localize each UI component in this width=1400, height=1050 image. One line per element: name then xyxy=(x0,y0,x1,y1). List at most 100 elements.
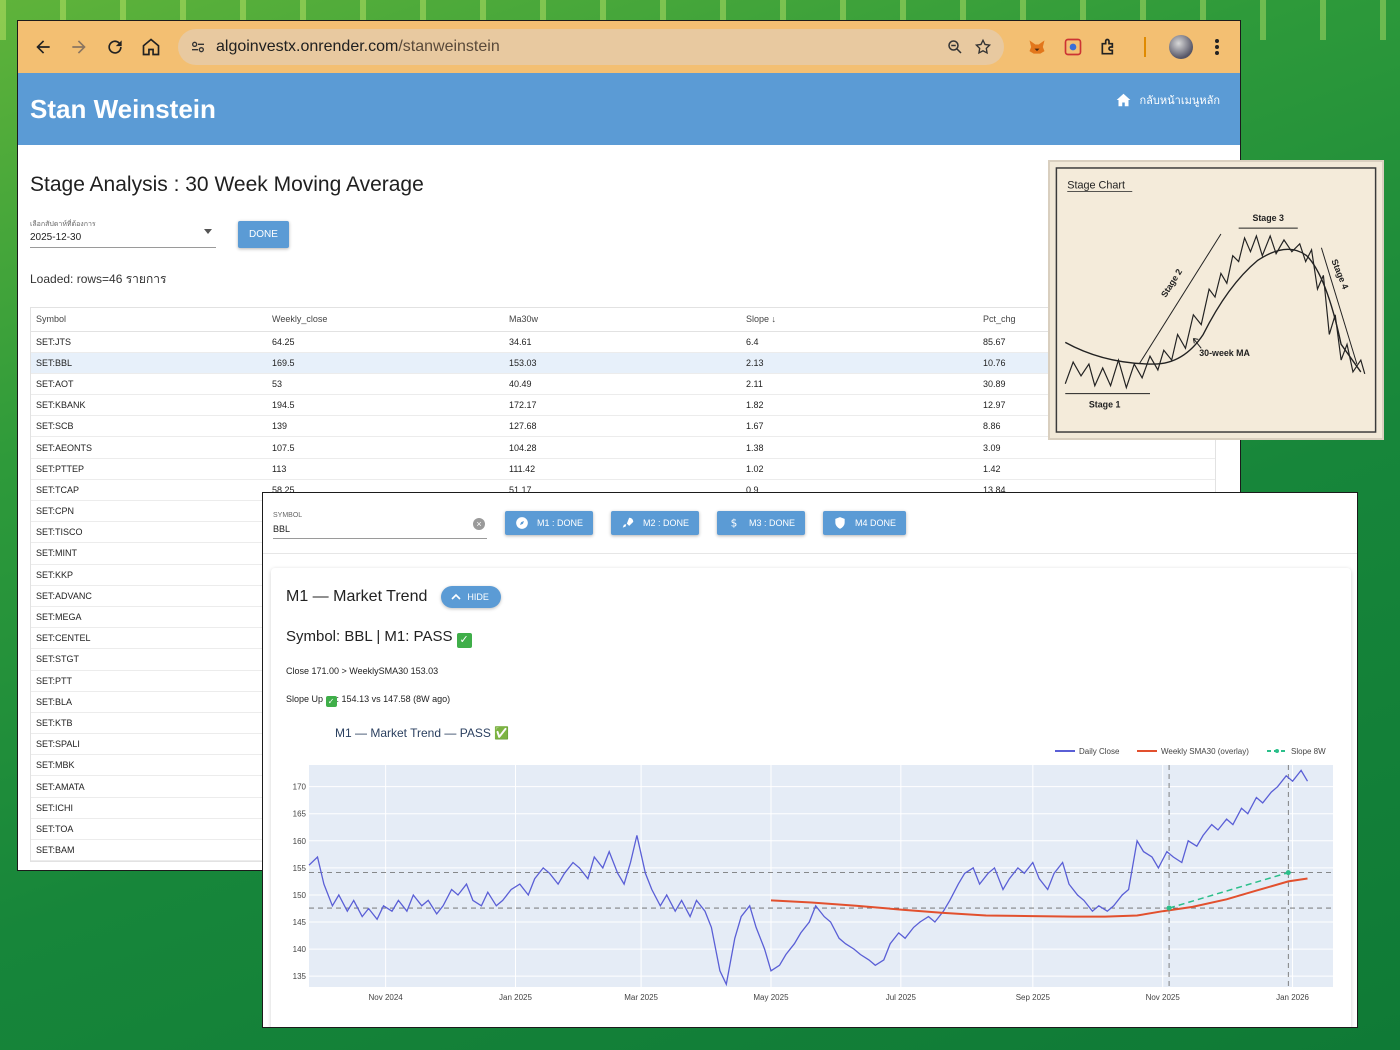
back-to-menu-link[interactable]: กลับหน้าเมนูหลัก xyxy=(1116,91,1220,109)
forward-button[interactable] xyxy=(64,29,94,65)
hide-button[interactable]: HIDE xyxy=(441,586,501,608)
cell-weekly-close: 53 xyxy=(267,373,504,396)
legend-weekly-sma30-label: Weekly SMA30 (overlay) xyxy=(1161,747,1249,756)
market-trend-chart-svg: M1 — Market Trend — PASS ✅ Nov 2024 Jan 20… xyxy=(293,726,1333,1002)
symbol-detail-panel: SYMBOL BBL × M1 : DONE M2 : DONE $ M3 : … xyxy=(262,492,1358,1028)
week-select-label: เลือกสัปดาห์ที่ต้องการ xyxy=(30,221,96,228)
legend-slope-8w-marker xyxy=(1275,749,1279,753)
x-tick-label: Jul 2025 xyxy=(886,993,917,1002)
x-tick-label: Nov 2024 xyxy=(369,993,404,1002)
symbol-input-value: BBL xyxy=(273,523,291,534)
plot-area xyxy=(309,765,1333,987)
cell-symbol: SET:JTS xyxy=(31,331,267,353)
forward-arrow-icon xyxy=(72,40,86,54)
check-mark-icon: ✓ xyxy=(456,633,472,648)
legend-daily-close-label: Daily Close xyxy=(1079,747,1120,756)
m1-button[interactable]: M1 : DONE xyxy=(505,511,594,535)
m4-button-label: M4 DONE xyxy=(855,518,897,528)
table-row[interactable]: SET:AOT 53 40.49 2.11 30.89 xyxy=(31,373,1215,396)
chart-title: M1 — Market Trend — PASS ✅ xyxy=(335,726,509,740)
compass-icon xyxy=(516,517,528,529)
bookmark-star-icon[interactable] xyxy=(974,38,992,56)
m4-button[interactable]: M4 DONE xyxy=(823,511,907,535)
x-tick-label: Mar 2025 xyxy=(624,993,658,1002)
m1-button-label: M1 : DONE xyxy=(537,518,584,528)
slope-point xyxy=(1166,905,1172,911)
m3-button[interactable]: $ M3 : DONE xyxy=(717,511,806,535)
table-row[interactable]: SET:PTTEP 113 111.42 1.02 1.42 xyxy=(31,458,1215,480)
cell-weekly-close: 169.5 xyxy=(267,352,504,374)
cell-symbol: SET:TISCO xyxy=(31,521,267,544)
symbol-input[interactable]: SYMBOL BBL × xyxy=(273,512,487,539)
address-bar[interactable]: algoinvestx.onrender.com/stanweinstein xyxy=(178,29,1004,65)
y-tick-label: 160 xyxy=(293,837,307,846)
ma-label: 30-week MA xyxy=(1199,348,1250,358)
cell-weekly-close: 139 xyxy=(267,415,504,438)
cell-slope: 2.11 xyxy=(741,373,978,396)
cell-symbol: SET:PTT xyxy=(31,670,267,692)
extensions-puzzle-icon[interactable] xyxy=(1096,34,1122,60)
metamask-fox-icon[interactable] xyxy=(1024,34,1050,60)
back-arrow-icon xyxy=(36,40,50,54)
column-header-ma30w[interactable]: Ma30w xyxy=(504,308,741,332)
done-button[interactable]: DONE xyxy=(238,221,289,248)
divider-icon xyxy=(1132,34,1158,60)
stage-chart-svg: Stage Chart Stage 3 Stage 2 Stage 4 Stag… xyxy=(1055,167,1377,433)
x-tick-label: Sep 2025 xyxy=(1016,993,1051,1002)
column-header-slope[interactable]: Slope ↓ xyxy=(741,308,978,332)
reload-button[interactable] xyxy=(100,29,130,65)
card-header: M1 — Market Trend HIDE xyxy=(286,586,1336,608)
table-row[interactable]: SET:JTS 64.25 34.61 6.4 85.67 xyxy=(31,331,1215,353)
x-tick-label: May 2025 xyxy=(753,993,789,1002)
cell-symbol: SET:PTTEP xyxy=(31,458,267,480)
clear-icon[interactable]: × xyxy=(473,517,485,530)
table-row[interactable]: SET:BBL 169.5 153.03 2.13 10.76 xyxy=(31,352,1215,374)
cell-symbol: SET:BLA xyxy=(31,691,267,713)
chevron-up-icon xyxy=(451,593,461,600)
table-row[interactable]: SET:AEONTS 107.5 104.28 1.38 3.09 xyxy=(31,436,1215,459)
cell-ma30w: 172.17 xyxy=(504,394,741,417)
browser-toolbar: algoinvestx.onrender.com/stanweinstein xyxy=(18,21,1240,73)
y-tick-label: 155 xyxy=(293,864,307,873)
home-button[interactable] xyxy=(136,29,166,65)
hide-button-label: HIDE xyxy=(467,592,489,602)
screen-capture-icon[interactable] xyxy=(1060,34,1086,60)
home-icon xyxy=(1117,93,1131,107)
cell-symbol: SET:AEONTS xyxy=(31,436,267,459)
browser-menu-button[interactable] xyxy=(1204,34,1230,60)
reload-icon xyxy=(108,40,122,54)
back-button[interactable] xyxy=(28,29,58,65)
cell-symbol: SET:KTB xyxy=(31,712,267,735)
detail-toolbar: SYMBOL BBL × M1 : DONE M2 : DONE $ M3 : … xyxy=(263,493,1357,554)
site-settings-icon xyxy=(192,41,204,53)
cell-pct-chg: 3.09 xyxy=(978,436,1215,459)
cell-weekly-close: 107.5 xyxy=(267,436,504,459)
table-row[interactable]: SET:SCB 139 127.68 1.67 8.86 xyxy=(31,415,1215,438)
result-text: Symbol: BBL | M1: PASS xyxy=(286,628,453,645)
cell-symbol: SET:MINT xyxy=(31,542,267,565)
url-path: /stanweinstein xyxy=(398,38,500,55)
x-tick-label: Nov 2025 xyxy=(1146,993,1181,1002)
cell-slope: 2.13 xyxy=(741,352,978,374)
slope-prefix: Slope Up xyxy=(286,694,324,704)
close-comparison: Close 171.00 > WeeklySMA30 153.03 xyxy=(286,666,439,676)
symbol-input-label: SYMBOL xyxy=(273,511,303,519)
table-row[interactable]: SET:KBANK 194.5 172.17 1.82 12.97 xyxy=(31,394,1215,417)
profile-avatar[interactable] xyxy=(1168,34,1194,60)
zoom-icon[interactable] xyxy=(946,38,964,56)
cell-ma30w: 104.28 xyxy=(504,436,741,459)
url-host: algoinvestx.onrender.com xyxy=(216,38,399,55)
cell-symbol: SET:MEGA xyxy=(31,606,267,629)
cell-symbol: SET:BBL xyxy=(31,352,267,374)
m2-button[interactable]: M2 : DONE xyxy=(611,511,700,535)
slope-point xyxy=(1285,870,1291,876)
week-select[interactable]: เลือกสัปดาห์ที่ต้องการ 2025-12-30 xyxy=(30,219,216,248)
y-tick-label: 165 xyxy=(293,810,307,819)
card-title: M1 — Market Trend xyxy=(286,588,428,605)
cell-slope: 1.82 xyxy=(741,394,978,417)
column-header-symbol[interactable]: Symbol xyxy=(31,308,267,332)
cell-symbol: SET:TOA xyxy=(31,818,267,841)
slope-line: Slope Up ✓: 154.13 vs 147.58 (8W ago) xyxy=(286,694,1336,707)
svg-text:$: $ xyxy=(731,518,738,530)
column-header-weekly-close[interactable]: Weekly_close xyxy=(267,308,504,332)
